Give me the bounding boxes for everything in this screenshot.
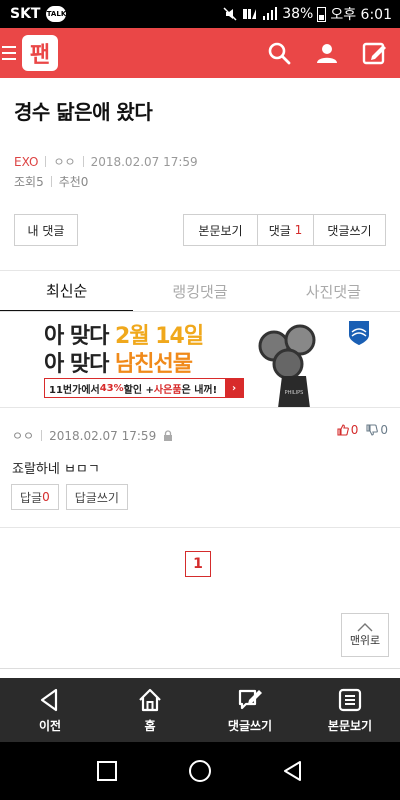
app-logo[interactable]: 팬 (22, 35, 58, 71)
thumbs-up-icon (337, 424, 349, 436)
chevron-up-icon (357, 623, 373, 632)
ad-line-2: 아 맞다 남친선물 (44, 352, 193, 377)
recent-apps-icon (96, 761, 117, 781)
carrier-label: SKT (10, 6, 41, 22)
write-icon (362, 42, 386, 65)
tab-photo[interactable]: 사진댓글 (267, 271, 400, 312)
home-label: 홈 (144, 718, 156, 733)
back-triangle-icon (284, 761, 302, 781)
replies-button[interactable]: 답글 0 (11, 484, 59, 510)
ad-promo-strip: 11번가에서 43% 할인 + 사은품 은 내꺼! › (44, 378, 244, 398)
post-date: 2018.02.07 17:59 (90, 154, 198, 169)
back-arrow-icon (40, 688, 58, 711)
comment-votes: 0 0 (337, 423, 388, 437)
write-comment-tab[interactable]: 댓글쓰기 (200, 678, 300, 742)
system-back-button[interactable] (280, 758, 306, 784)
tab-ranking[interactable]: 랭킹댓글 (133, 271, 266, 312)
post-views: 조회5 (14, 175, 44, 189)
content-divider (0, 668, 400, 669)
user-button[interactable] (314, 40, 340, 66)
divider (82, 156, 84, 167)
reply-actions: 답글 0 답글쓰기 (11, 484, 128, 510)
write-reply-button[interactable]: 답글쓰기 (65, 484, 128, 510)
post-stats: 조회5 추천0 (14, 173, 88, 190)
comments-button[interactable]: 댓글 1 (257, 214, 313, 246)
comment-date: 2018.02.07 17:59 (49, 428, 157, 443)
scroll-to-top-button[interactable]: 맨위로 (341, 613, 389, 657)
post-meta: EXO ㅇㅇ 2018.02.07 17:59 (14, 153, 198, 170)
bottom-toolbar: 이전 홈 댓글쓰기 본문보기 (0, 678, 400, 742)
comment-write-icon (238, 689, 262, 709)
header-actions (266, 40, 388, 66)
divider (41, 430, 43, 441)
shaver-image: PHILIPS (258, 324, 316, 407)
home-circle-icon (188, 760, 211, 782)
home-icon (139, 688, 161, 711)
system-home-button[interactable] (187, 758, 213, 784)
search-button[interactable] (266, 40, 292, 66)
clock: 오후 6:01 (330, 7, 392, 23)
divider (50, 176, 52, 187)
scroll-to-top-label: 맨위로 (349, 634, 381, 647)
comments-label: 댓글 (268, 223, 291, 238)
mute-icon (223, 7, 237, 21)
recent-apps-button[interactable] (94, 758, 120, 784)
status-bar: SKT TALK 38% 오후 6:01 (0, 0, 400, 28)
battery-percent: 38% (282, 6, 314, 22)
write-button[interactable] (362, 40, 388, 66)
downvote-count: 0 (380, 423, 388, 437)
divider (45, 156, 47, 167)
comment-sort-tabs: 최신순 랭킹댓글 사진댓글 (0, 270, 400, 312)
lock-icon (164, 429, 173, 441)
post-category[interactable]: EXO (14, 155, 38, 169)
home-button[interactable]: 홈 (100, 678, 200, 742)
search-icon (268, 42, 291, 65)
tab-latest[interactable]: 최신순 (0, 271, 134, 312)
signal-icon (263, 7, 278, 20)
comment-meta: ㅇㅇ 2018.02.07 17:59 (12, 427, 174, 444)
view-post-tab-label: 본문보기 (327, 718, 373, 733)
upvote-count: 0 (350, 423, 359, 437)
system-nav-bar (0, 742, 400, 800)
my-comments-button[interactable]: 내 댓글 (14, 214, 78, 246)
philips-shield-icon (349, 321, 369, 345)
ad-banner[interactable]: 아 맞다 2월 14일 아 맞다 남친선물 11번가에서 43% 할인 + 사은품… (0, 312, 400, 408)
comment-item: ㅇㅇ 2018.02.07 17:59 0 0 죠랄하네 ㅂㅁㄱ 답글 0 답글쓰… (0, 408, 400, 528)
post-action-group: 본문보기 댓글 1 댓글쓰기 (183, 214, 386, 246)
post-title: 경수 닮은애 왔다 (14, 100, 153, 124)
ad-arrow-icon: › (225, 379, 243, 397)
post-author[interactable]: ㅇㅇ (53, 153, 75, 170)
back-button[interactable]: 이전 (0, 678, 100, 742)
write-comment-tab-label: 댓글쓰기 (227, 718, 273, 733)
comment-text: 죠랄하네 ㅂㅁㄱ (12, 462, 100, 477)
battery-icon (317, 6, 327, 22)
comment-author[interactable]: ㅇㅇ (12, 427, 34, 444)
write-comment-button[interactable]: 댓글쓰기 (313, 214, 386, 246)
back-label: 이전 (38, 718, 62, 733)
upvote-button[interactable]: 0 (337, 423, 359, 437)
view-post-button[interactable]: 본문보기 (183, 214, 257, 246)
menu-icon[interactable] (2, 44, 20, 62)
replies-label: 답글 (20, 490, 43, 505)
svg-text:PHILIPS: PHILIPS (285, 390, 304, 396)
downvote-button[interactable]: 0 (366, 423, 388, 437)
view-post-tab[interactable]: 본문보기 (300, 678, 400, 742)
replies-count: 0 (42, 490, 50, 504)
post-recommend: 추천0 (58, 175, 89, 189)
document-icon (338, 688, 362, 711)
lte-icon (243, 9, 257, 19)
user-icon (317, 44, 337, 63)
app-header: 팬 (0, 28, 400, 78)
kakaotalk-icon: TALK (46, 6, 67, 22)
comments-count: 1 (294, 223, 303, 237)
status-right: 38% 오후 6:01 (222, 4, 392, 24)
page-number-current[interactable]: 1 (185, 551, 211, 577)
thumbs-down-icon (366, 424, 379, 436)
